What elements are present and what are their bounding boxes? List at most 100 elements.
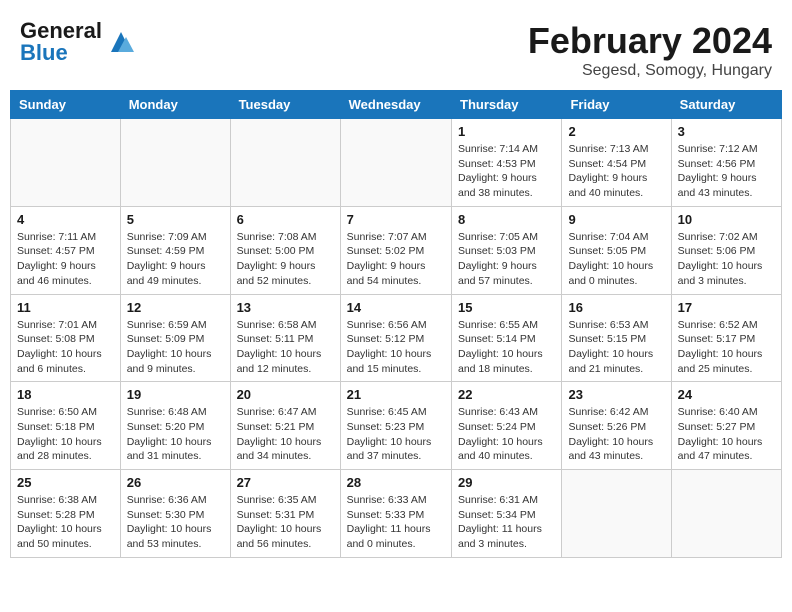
day-number: 12 — [127, 300, 224, 315]
day-info: Sunrise: 6:42 AM Sunset: 5:26 PM Dayligh… — [568, 405, 664, 464]
weekday-header-wednesday: Wednesday — [340, 91, 451, 119]
calendar-cell: 23 Sunrise: 6:42 AM Sunset: 5:26 PM Dayli… — [562, 382, 671, 470]
day-number: 9 — [568, 212, 664, 227]
day-number: 28 — [347, 475, 445, 490]
day-number: 24 — [678, 387, 775, 402]
logo-icon — [106, 27, 136, 57]
day-number: 23 — [568, 387, 664, 402]
day-number: 22 — [458, 387, 555, 402]
calendar-week-row: 4 Sunrise: 7:11 AM Sunset: 4:57 PM Daylig… — [11, 206, 782, 294]
day-number: 18 — [17, 387, 114, 402]
calendar-cell: 15 Sunrise: 6:55 AM Sunset: 5:14 PM Dayli… — [452, 294, 562, 382]
day-info: Sunrise: 7:11 AM Sunset: 4:57 PM Dayligh… — [17, 230, 114, 289]
calendar-cell — [120, 119, 230, 207]
calendar-header-row: SundayMondayTuesdayWednesdayThursdayFrid… — [11, 91, 782, 119]
calendar-cell: 18 Sunrise: 6:50 AM Sunset: 5:18 PM Dayli… — [11, 382, 121, 470]
calendar-cell: 11 Sunrise: 7:01 AM Sunset: 5:08 PM Dayli… — [11, 294, 121, 382]
day-info: Sunrise: 6:31 AM Sunset: 5:34 PM Dayligh… — [458, 493, 555, 552]
day-info: Sunrise: 7:05 AM Sunset: 5:03 PM Dayligh… — [458, 230, 555, 289]
day-info: Sunrise: 6:56 AM Sunset: 5:12 PM Dayligh… — [347, 318, 445, 377]
day-info: Sunrise: 7:08 AM Sunset: 5:00 PM Dayligh… — [237, 230, 334, 289]
calendar-cell: 27 Sunrise: 6:35 AM Sunset: 5:31 PM Dayli… — [230, 470, 340, 558]
day-info: Sunrise: 6:40 AM Sunset: 5:27 PM Dayligh… — [678, 405, 775, 464]
day-number: 8 — [458, 212, 555, 227]
calendar-table: SundayMondayTuesdayWednesdayThursdayFrid… — [10, 90, 782, 558]
calendar-cell: 26 Sunrise: 6:36 AM Sunset: 5:30 PM Dayli… — [120, 470, 230, 558]
day-info: Sunrise: 6:50 AM Sunset: 5:18 PM Dayligh… — [17, 405, 114, 464]
day-number: 6 — [237, 212, 334, 227]
calendar-cell: 24 Sunrise: 6:40 AM Sunset: 5:27 PM Dayli… — [671, 382, 781, 470]
calendar-cell: 8 Sunrise: 7:05 AM Sunset: 5:03 PM Daylig… — [452, 206, 562, 294]
day-info: Sunrise: 7:04 AM Sunset: 5:05 PM Dayligh… — [568, 230, 664, 289]
day-info: Sunrise: 7:13 AM Sunset: 4:54 PM Dayligh… — [568, 142, 664, 201]
calendar-cell: 19 Sunrise: 6:48 AM Sunset: 5:20 PM Dayli… — [120, 382, 230, 470]
calendar-cell: 3Sunrise: 7:12 AM Sunset: 4:56 PM Daylig… — [671, 119, 781, 207]
calendar-cell — [562, 470, 671, 558]
calendar-cell: 14 Sunrise: 6:56 AM Sunset: 5:12 PM Dayli… — [340, 294, 451, 382]
page-header: General Blue February 2024 Segesd, Somog… — [10, 10, 782, 85]
calendar-cell: 28Sunrise: 6:33 AM Sunset: 5:33 PM Dayli… — [340, 470, 451, 558]
calendar-week-row: 1Sunrise: 7:14 AM Sunset: 4:53 PM Daylig… — [11, 119, 782, 207]
day-info: Sunrise: 6:48 AM Sunset: 5:20 PM Dayligh… — [127, 405, 224, 464]
calendar-week-row: 25 Sunrise: 6:38 AM Sunset: 5:28 PM Dayli… — [11, 470, 782, 558]
calendar-cell: 21 Sunrise: 6:45 AM Sunset: 5:23 PM Dayli… — [340, 382, 451, 470]
day-number: 10 — [678, 212, 775, 227]
logo-general: General — [20, 20, 102, 42]
day-number: 20 — [237, 387, 334, 402]
calendar-cell — [230, 119, 340, 207]
calendar-cell: 2 Sunrise: 7:13 AM Sunset: 4:54 PM Daylig… — [562, 119, 671, 207]
day-number: 3 — [678, 124, 775, 139]
calendar-cell: 16Sunrise: 6:53 AM Sunset: 5:15 PM Dayli… — [562, 294, 671, 382]
subtitle: Segesd, Somogy, Hungary — [528, 62, 772, 80]
day-number: 17 — [678, 300, 775, 315]
calendar-cell: 5Sunrise: 7:09 AM Sunset: 4:59 PM Daylig… — [120, 206, 230, 294]
weekday-header-friday: Friday — [562, 91, 671, 119]
title-area: February 2024 Segesd, Somogy, Hungary — [528, 20, 772, 80]
day-number: 27 — [237, 475, 334, 490]
main-title: February 2024 — [528, 20, 772, 62]
day-info: Sunrise: 7:07 AM Sunset: 5:02 PM Dayligh… — [347, 230, 445, 289]
calendar-cell: 10 Sunrise: 7:02 AM Sunset: 5:06 PM Dayli… — [671, 206, 781, 294]
day-info: Sunrise: 6:35 AM Sunset: 5:31 PM Dayligh… — [237, 493, 334, 552]
weekday-header-thursday: Thursday — [452, 91, 562, 119]
calendar-cell: 17 Sunrise: 6:52 AM Sunset: 5:17 PM Dayli… — [671, 294, 781, 382]
logo: General Blue — [20, 20, 136, 64]
day-info: Sunrise: 6:45 AM Sunset: 5:23 PM Dayligh… — [347, 405, 445, 464]
day-number: 26 — [127, 475, 224, 490]
calendar-cell: 29 Sunrise: 6:31 AM Sunset: 5:34 PM Dayli… — [452, 470, 562, 558]
day-info: Sunrise: 6:58 AM Sunset: 5:11 PM Dayligh… — [237, 318, 334, 377]
calendar-cell: 4 Sunrise: 7:11 AM Sunset: 4:57 PM Daylig… — [11, 206, 121, 294]
weekday-header-tuesday: Tuesday — [230, 91, 340, 119]
day-number: 13 — [237, 300, 334, 315]
day-number: 7 — [347, 212, 445, 227]
day-number: 21 — [347, 387, 445, 402]
calendar-week-row: 11 Sunrise: 7:01 AM Sunset: 5:08 PM Dayli… — [11, 294, 782, 382]
logo-blue: Blue — [20, 42, 102, 64]
day-number: 25 — [17, 475, 114, 490]
day-info: Sunrise: 6:47 AM Sunset: 5:21 PM Dayligh… — [237, 405, 334, 464]
calendar-cell: 1Sunrise: 7:14 AM Sunset: 4:53 PM Daylig… — [452, 119, 562, 207]
day-number: 2 — [568, 124, 664, 139]
calendar-cell: 12 Sunrise: 6:59 AM Sunset: 5:09 PM Dayli… — [120, 294, 230, 382]
calendar-cell: 13 Sunrise: 6:58 AM Sunset: 5:11 PM Dayli… — [230, 294, 340, 382]
calendar-cell: 9 Sunrise: 7:04 AM Sunset: 5:05 PM Daylig… — [562, 206, 671, 294]
day-number: 4 — [17, 212, 114, 227]
day-info: Sunrise: 6:38 AM Sunset: 5:28 PM Dayligh… — [17, 493, 114, 552]
day-info: Sunrise: 6:36 AM Sunset: 5:30 PM Dayligh… — [127, 493, 224, 552]
day-number: 5 — [127, 212, 224, 227]
day-number: 14 — [347, 300, 445, 315]
calendar-cell: 7 Sunrise: 7:07 AM Sunset: 5:02 PM Daylig… — [340, 206, 451, 294]
day-number: 11 — [17, 300, 114, 315]
day-number: 15 — [458, 300, 555, 315]
day-number: 16 — [568, 300, 664, 315]
calendar-cell: 20 Sunrise: 6:47 AM Sunset: 5:21 PM Dayli… — [230, 382, 340, 470]
day-info: Sunrise: 6:55 AM Sunset: 5:14 PM Dayligh… — [458, 318, 555, 377]
weekday-header-saturday: Saturday — [671, 91, 781, 119]
day-info: Sunrise: 7:01 AM Sunset: 5:08 PM Dayligh… — [17, 318, 114, 377]
day-info: Sunrise: 6:59 AM Sunset: 5:09 PM Dayligh… — [127, 318, 224, 377]
day-number: 19 — [127, 387, 224, 402]
day-info: Sunrise: 7:02 AM Sunset: 5:06 PM Dayligh… — [678, 230, 775, 289]
day-info: Sunrise: 6:52 AM Sunset: 5:17 PM Dayligh… — [678, 318, 775, 377]
logo-text: General Blue — [20, 20, 102, 64]
day-number: 29 — [458, 475, 555, 490]
